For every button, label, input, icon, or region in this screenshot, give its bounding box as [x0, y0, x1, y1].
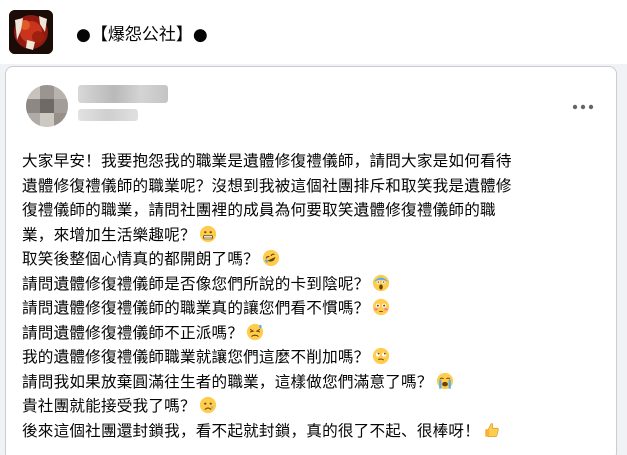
more-options-icon — [572, 104, 594, 110]
post-body: 大家早安！我要抱怨我的職業是遺體修復禮儀師，請問大家是如何看待 遺體修復禮儀師的… — [22, 149, 612, 443]
post-meta-blurred — [78, 109, 138, 121]
post-line: 取笑後整個心情真的都開朗了嗎？ — [22, 247, 612, 272]
cry-emoji — [199, 396, 216, 414]
loud-cry-emoji — [436, 372, 453, 389]
group-header: ●【爆怨公社】● — [0, 0, 627, 64]
post-paragraph-line: 遺體修復禮儀師的職業呢？沒想到我被這個社團排斥和取笑我是遺體修 — [22, 176, 512, 195]
post-line: 請問我如果放棄圓滿往生者的職業，這樣做您們滿意了嗎？ — [22, 370, 612, 395]
post-paragraph-line: 業，來增加生活樂趣呢？ — [22, 223, 612, 248]
rofl-emoji — [262, 249, 280, 267]
more-options-button[interactable] — [568, 95, 598, 119]
post-card: 大家早安！我要抱怨我的職業是遺體修復禮儀師，請問大家是如何看待 遺體修復禮儀師的… — [5, 66, 617, 455]
group-title[interactable]: ●【爆怨公社】● — [76, 20, 208, 45]
group-logo-icon[interactable] — [9, 10, 53, 54]
persevere-emoji — [247, 323, 264, 340]
post-line: 我的遺體修復禮儀師職業就讓您們這麼不削加嗎？ — [22, 345, 612, 370]
post-line: 後來這個社團還封鎖我，看不起就封鎖，真的很了不起、很棒呀！ — [22, 419, 612, 444]
post-paragraph-line: 復禮儀師的職業，請問社團裡的成員為何要取笑遺體修復禮儀師的職 — [22, 201, 496, 219]
post-line: 貴社團就能接受我了嗎？ — [22, 394, 612, 419]
post-paragraph-line: 大家早安！我要抱怨我的職業是遺體修復禮儀師，請問大家是如何看待 — [22, 152, 512, 170]
grimace-emoji — [199, 225, 216, 242]
author-name-blurred[interactable] — [78, 85, 168, 103]
post-line: 請問遺體修復禮儀師是否像您們所說的卡到陰呢？ — [22, 272, 612, 297]
avatar[interactable] — [26, 85, 68, 127]
thumbs-up-emoji — [485, 422, 499, 437]
eye-roll-emoji — [373, 347, 390, 365]
post-line: 請問遺體修復禮儀師不正派嗎？ — [22, 321, 612, 346]
scream-emoji — [373, 274, 390, 291]
post-line: 請問遺體修復禮儀師的職業真的讓您們看不慣嗎？ — [22, 296, 612, 321]
flushed-emoji — [373, 298, 390, 316]
